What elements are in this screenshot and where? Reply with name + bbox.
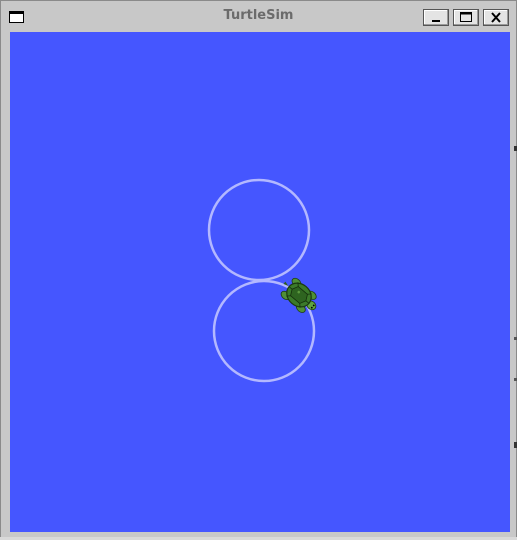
turtle-icon — [280, 277, 317, 313]
close-icon — [491, 12, 501, 23]
minimize-button[interactable] — [423, 9, 449, 26]
title-bar[interactable]: TurtleSim — [1, 1, 516, 30]
maximize-icon — [460, 12, 472, 22]
drawing-area — [207, 178, 317, 383]
upper-circle-path — [207, 178, 311, 282]
close-button[interactable] — [483, 9, 509, 26]
turtlesim-window: TurtleSim — [0, 0, 517, 540]
maximize-button[interactable] — [453, 9, 479, 26]
minimize-icon — [432, 20, 440, 22]
turtle-canvas[interactable] — [10, 32, 510, 532]
